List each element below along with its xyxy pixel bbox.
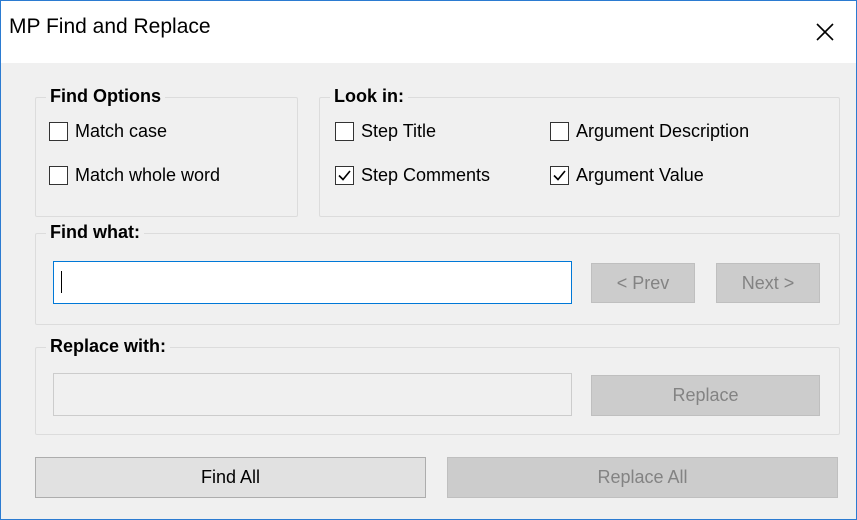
replace-button[interactable]: Replace xyxy=(591,375,820,416)
checkmark-icon xyxy=(338,170,351,181)
step-comments-box[interactable] xyxy=(335,166,354,185)
step-comments-checkbox[interactable]: Step Comments xyxy=(335,165,490,186)
match-whole-word-box[interactable] xyxy=(49,166,68,185)
find-what-legend: Find what: xyxy=(46,220,144,244)
next-button[interactable]: Next > xyxy=(716,263,820,303)
argument-value-checkbox[interactable]: Argument Value xyxy=(550,165,704,186)
look-in-group: Look in: xyxy=(319,84,840,217)
close-icon xyxy=(816,23,834,41)
step-title-box[interactable] xyxy=(335,122,354,141)
look-in-legend: Look in: xyxy=(330,84,408,108)
find-replace-dialog: MP Find and Replace Find Options Match c… xyxy=(0,0,857,520)
find-what-input[interactable] xyxy=(53,261,572,304)
find-all-button[interactable]: Find All xyxy=(35,457,426,498)
step-comments-label: Step Comments xyxy=(361,165,491,185)
match-case-box[interactable] xyxy=(49,122,68,141)
text-caret xyxy=(61,271,62,293)
match-case-label: Match case xyxy=(75,121,168,141)
match-whole-word-label: Match whole word xyxy=(75,165,221,185)
window-title: MP Find and Replace xyxy=(9,15,211,38)
argument-description-box[interactable] xyxy=(550,122,569,141)
step-title-label: Step Title xyxy=(361,121,437,141)
title-bar: MP Find and Replace xyxy=(1,1,856,63)
checkmark-icon xyxy=(553,170,566,181)
step-title-checkbox[interactable]: Step Title xyxy=(335,121,436,142)
find-options-group: Find Options xyxy=(35,84,298,217)
replace-with-input[interactable] xyxy=(53,373,572,416)
match-whole-word-checkbox[interactable]: Match whole word xyxy=(49,165,220,186)
replace-with-legend: Replace with: xyxy=(46,334,171,358)
match-case-checkbox[interactable]: Match case xyxy=(49,121,167,142)
argument-description-label: Argument Description xyxy=(576,121,750,141)
close-button[interactable] xyxy=(794,1,856,63)
argument-value-box[interactable] xyxy=(550,166,569,185)
find-options-legend: Find Options xyxy=(46,84,165,108)
prev-button[interactable]: < Prev xyxy=(591,263,695,303)
argument-description-checkbox[interactable]: Argument Description xyxy=(550,121,749,142)
replace-all-button[interactable]: Replace All xyxy=(447,457,838,498)
argument-value-label: Argument Value xyxy=(576,165,704,185)
